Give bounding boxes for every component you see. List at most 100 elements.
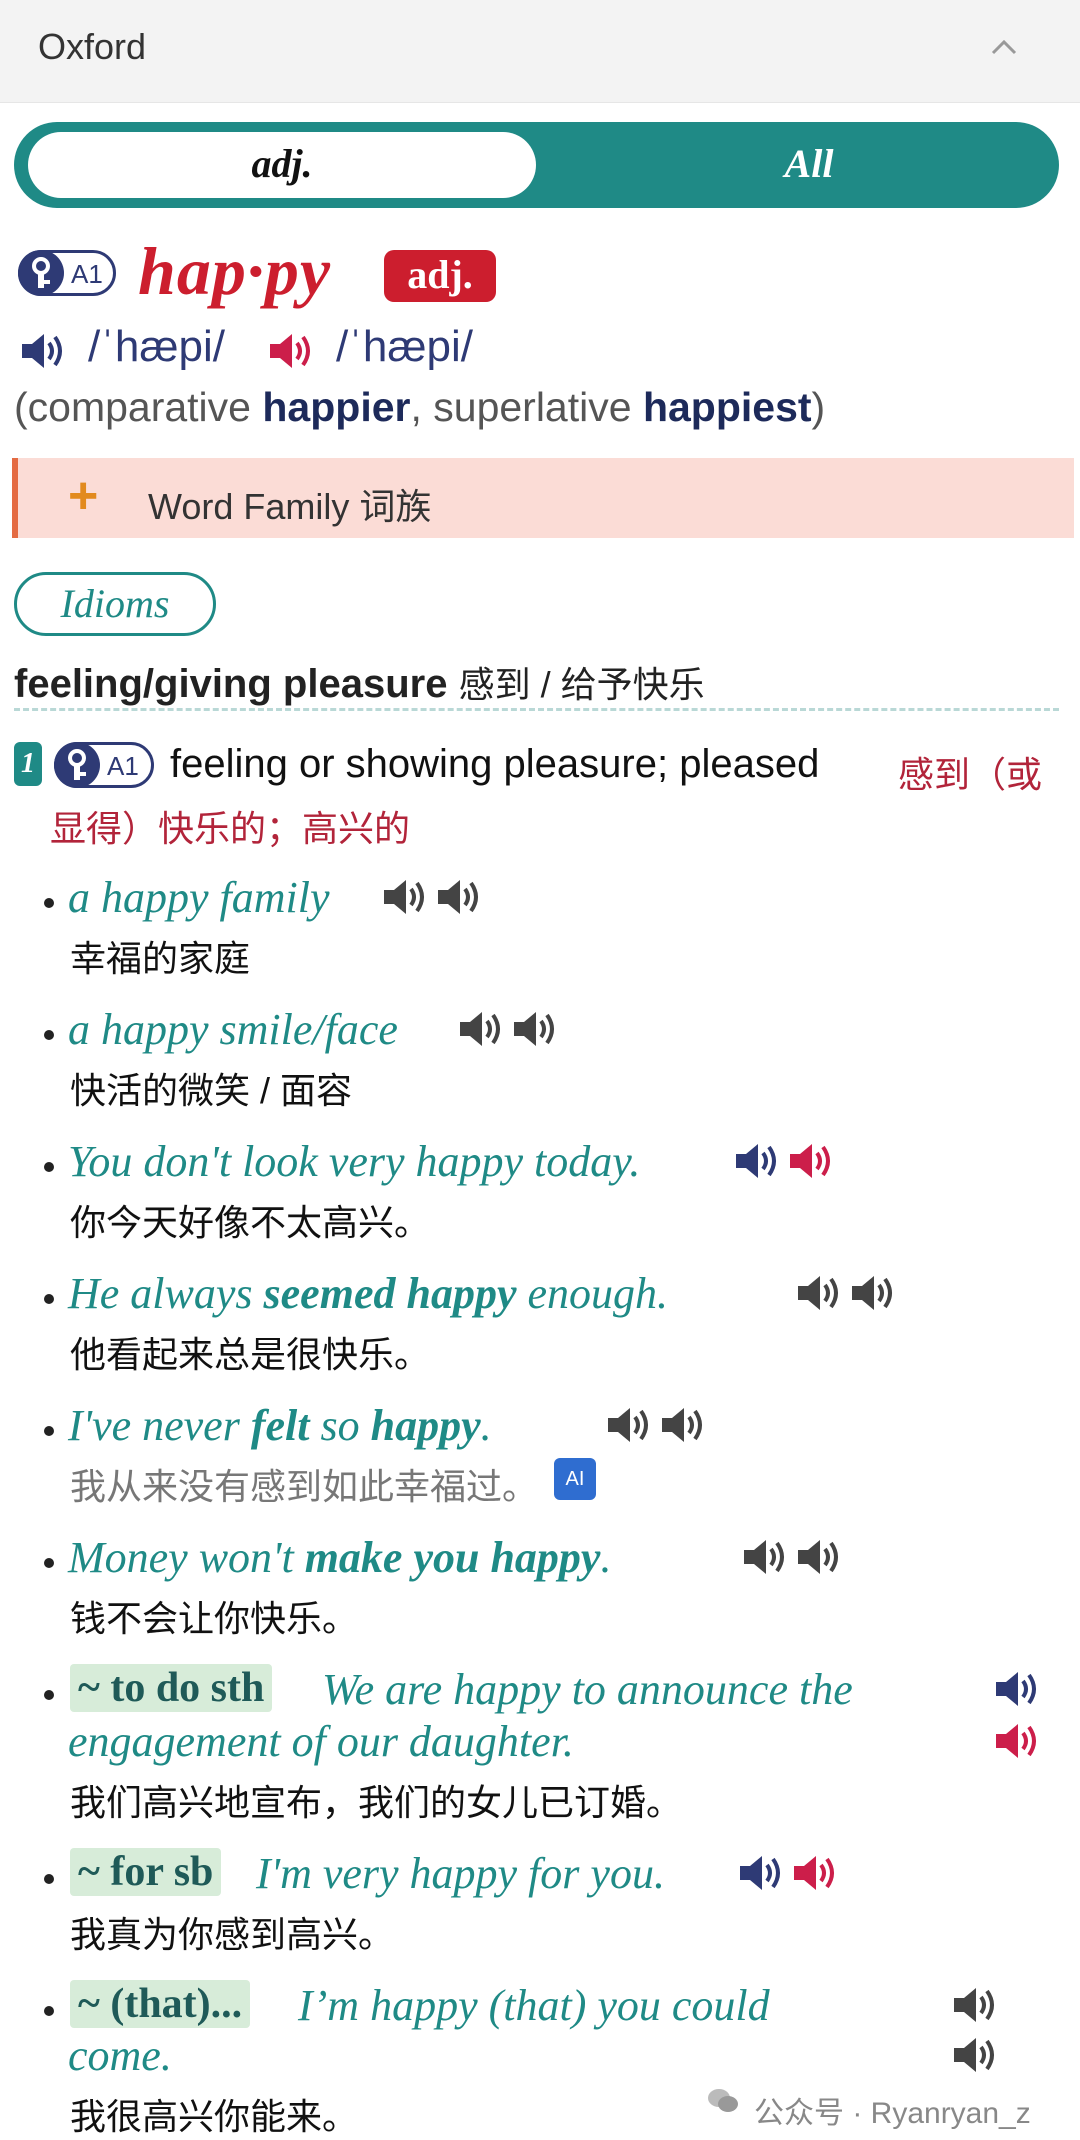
definition-zh: 感到（或	[898, 754, 1043, 795]
example-collocation: happy	[370, 1401, 481, 1450]
pron-uk: /ˈhæpi/	[88, 322, 225, 371]
example-collocation: make you happy	[304, 1533, 601, 1582]
example-text: He always	[68, 1269, 264, 1318]
bullet	[44, 1426, 54, 1436]
example-text: Money won't	[68, 1533, 305, 1582]
inflect-prefix: (comparative	[14, 384, 251, 430]
level-label: A1	[71, 259, 103, 289]
example-text: I've never	[68, 1401, 251, 1450]
speaker-uk-icon[interactable]	[742, 1536, 788, 1578]
comparative-form: happier	[262, 384, 411, 430]
example-sentence: Money won't make you happy.	[68, 1532, 611, 1583]
dictionary-header: Oxford	[0, 0, 1080, 103]
speaker-us-icon[interactable]	[796, 1536, 842, 1578]
speaker-uk-icon[interactable]	[734, 1140, 780, 1182]
word-family-panel[interactable]: + Word Family 词族	[12, 458, 1074, 538]
idioms-button[interactable]: Idioms	[14, 572, 216, 636]
example-translation: 幸福的家庭	[70, 938, 251, 979]
key-icon	[18, 250, 64, 296]
example-text: .	[480, 1401, 492, 1450]
speaker-uk-icon[interactable]	[796, 1272, 842, 1314]
pron-us: /ˈhæpi/	[336, 322, 473, 371]
example-sentence: I've never felt so happy.	[68, 1400, 492, 1451]
example-translation: 我很高兴你能来。	[70, 2096, 359, 2137]
pos-toggle-all[interactable]: All	[554, 140, 1064, 187]
bullet	[44, 1162, 54, 1172]
pos-badge: adj.	[384, 250, 496, 302]
example-text: so	[309, 1401, 371, 1450]
example-sentence: I'm very happy for you.	[256, 1849, 665, 1898]
speaker-uk-icon[interactable]	[606, 1404, 652, 1446]
chevron-up-icon[interactable]	[990, 34, 1018, 62]
definition: feeling or showing pleasure; pleased	[170, 742, 820, 786]
example-collocation: felt	[250, 1401, 310, 1450]
speaker-us-icon[interactable]	[952, 2034, 998, 2076]
example-translation: 我们高兴地宣布，我们的女儿已订婚。	[70, 1782, 683, 1823]
speaker-us-icon[interactable]	[660, 1404, 706, 1446]
example-sentence: We are happy to announce the	[322, 1665, 853, 1714]
example-sentence: a happy smile/face	[68, 1005, 398, 1054]
example-text: enough.	[516, 1269, 668, 1318]
bullet	[44, 1558, 54, 1568]
speaker-uk-icon[interactable]	[382, 876, 428, 918]
plus-icon[interactable]: +	[68, 466, 98, 526]
speaker-us-icon[interactable]	[850, 1272, 896, 1314]
speaker-us-icon[interactable]	[512, 1008, 558, 1050]
speaker-us-icon[interactable]	[268, 330, 314, 372]
word-family-label: Word Family 词族	[148, 486, 432, 527]
definition-zh-cont: 显得）快乐的；高兴的	[50, 808, 411, 849]
grammar-pattern: ~ to do sth	[70, 1664, 273, 1712]
level-badge: A1	[18, 250, 116, 296]
speaker-uk-icon[interactable]	[458, 1008, 504, 1050]
shortcut-en: feeling/giving pleasure	[14, 662, 448, 706]
sense-level-badge: A1	[54, 742, 154, 788]
bullet	[44, 898, 54, 908]
watermark: 公众号 · Ryanryan_z	[754, 2097, 1031, 2130]
speaker-us-icon[interactable]	[788, 1140, 834, 1182]
inflections: (comparative happier, superlative happie…	[14, 384, 825, 431]
wechat-icon	[708, 2089, 738, 2112]
example-translation: 你今天好像不太高兴。	[70, 1202, 431, 1243]
example-sentence: I’m happy (that) you could	[298, 1981, 770, 2030]
level-label: A1	[107, 751, 139, 781]
grammar-pattern: ~ (that)...	[70, 1980, 251, 2028]
headword: hap·py	[138, 233, 331, 309]
ai-translation-badge[interactable]: AI	[554, 1458, 596, 1500]
sense-number: 1	[14, 742, 42, 786]
example-sentence: You don't look very happy today.	[68, 1137, 641, 1186]
bullet	[44, 1690, 54, 1700]
example-translation: 他看起来总是很快乐。	[70, 1334, 431, 1375]
speaker-uk-icon[interactable]	[952, 1984, 998, 2026]
bullet	[44, 2006, 54, 2016]
example-sentence-cont: come.	[68, 2031, 172, 2080]
example-text: .	[600, 1533, 612, 1582]
shortcut-zh: 感到 / 给予快乐	[458, 664, 705, 705]
sense-shortcut: feeling/giving pleasure 感到 / 给予快乐	[14, 656, 705, 708]
bullet	[44, 1030, 54, 1040]
inflect-suffix: )	[811, 384, 826, 430]
inflect-mid: , superlative	[410, 384, 632, 430]
example-translation: 快活的微笑 / 面容	[70, 1070, 353, 1111]
key-icon	[54, 742, 100, 788]
bullet	[44, 1294, 54, 1304]
pos-toggle[interactable]: adj. All	[14, 122, 1059, 208]
divider	[14, 708, 1059, 711]
speaker-us-icon[interactable]	[994, 1720, 1040, 1762]
example-sentence: He always seemed happy enough.	[68, 1268, 668, 1319]
speaker-uk-icon[interactable]	[994, 1668, 1040, 1710]
example-translation: 我真为你感到高兴。	[70, 1914, 395, 1955]
superlative-form: happiest	[642, 384, 812, 430]
speaker-us-icon[interactable]	[792, 1852, 838, 1894]
example-translation: 我从来没有感到如此幸福过。	[70, 1466, 539, 1507]
example-sentence-cont: engagement of our daughter.	[68, 1717, 574, 1766]
grammar-pattern: ~ for sb	[70, 1848, 222, 1896]
dictionary-title: Oxford	[38, 26, 147, 67]
bullet	[44, 1874, 54, 1884]
speaker-uk-icon[interactable]	[20, 330, 66, 372]
example-sentence: a happy family	[68, 873, 330, 922]
speaker-us-icon[interactable]	[436, 876, 482, 918]
pos-toggle-adj[interactable]: adj.	[28, 140, 536, 187]
example-translation: 钱不会让你快乐。	[70, 1598, 359, 1639]
example-collocation: seemed happy	[263, 1269, 517, 1318]
speaker-uk-icon[interactable]	[738, 1852, 784, 1894]
